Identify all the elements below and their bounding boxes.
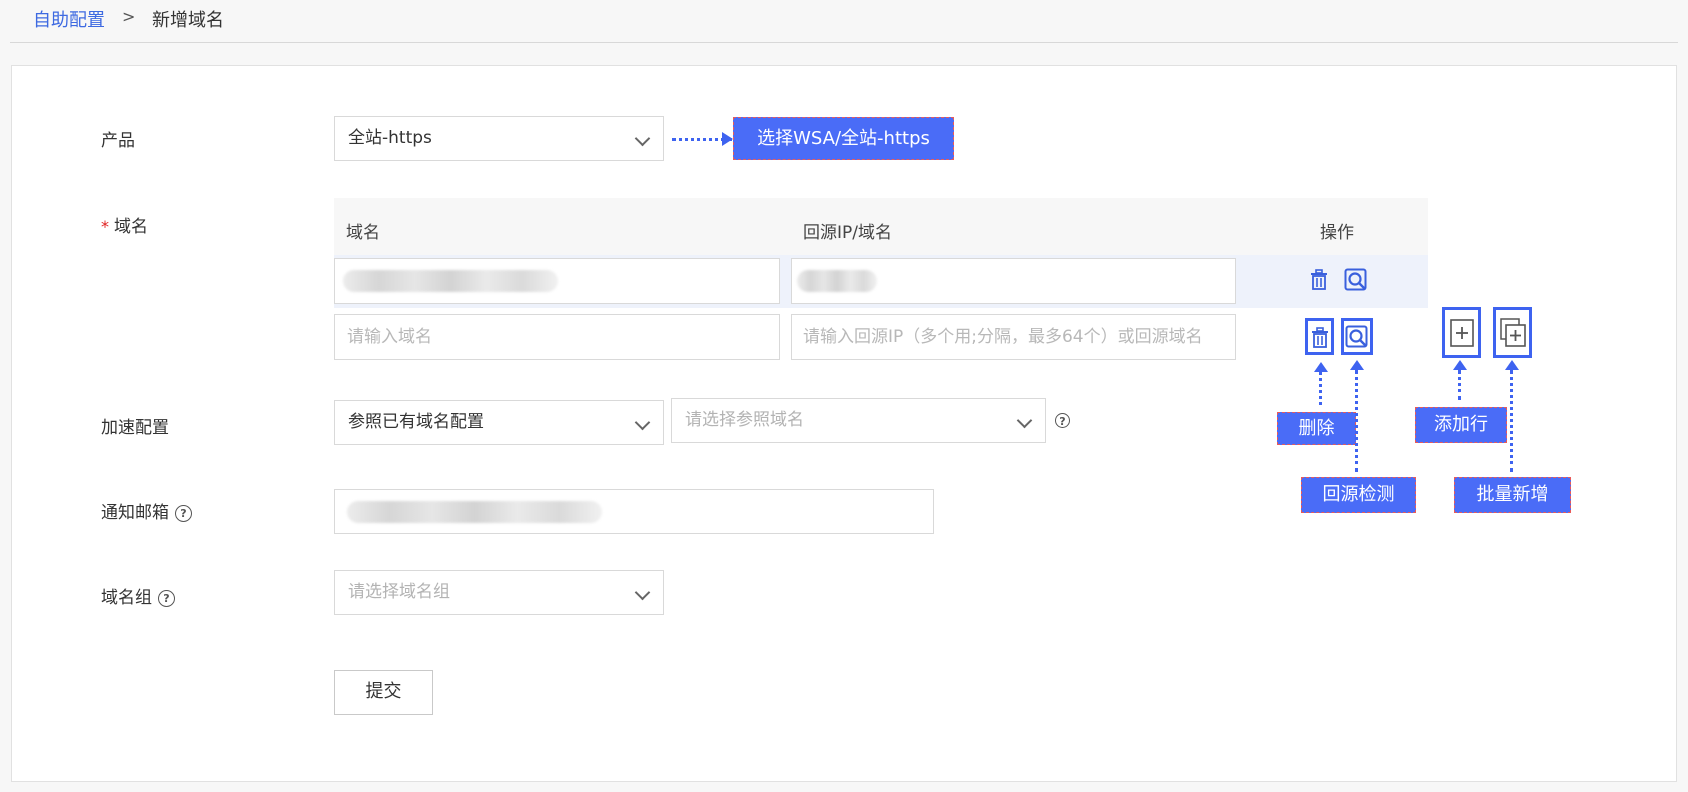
domain-input[interactable] — [334, 258, 780, 304]
submit-button[interactable]: 提交 — [334, 670, 433, 715]
delete-callout: 删除 — [1277, 412, 1356, 445]
arrow-up-icon — [1314, 362, 1328, 372]
accel-mode-select[interactable]: 参照已有域名配置 — [334, 400, 664, 445]
column-header-origin: 回源IP/域名 — [803, 223, 892, 243]
required-mark: * — [101, 217, 109, 236]
help-icon[interactable]: ? — [175, 504, 192, 522]
add-row-connector — [1458, 370, 1461, 400]
accel-config-label: 加速配置 — [101, 418, 169, 438]
delete-row-button[interactable] — [1305, 318, 1334, 355]
batch-add-icon — [1500, 318, 1526, 347]
email-label: 通知邮箱? — [101, 498, 192, 523]
add-row-callout: 添加行 — [1415, 407, 1507, 443]
accel-mode-value: 参照已有域名配置 — [348, 412, 484, 432]
reference-domain-select[interactable]: 请选择参照域名 — [671, 398, 1046, 443]
product-label: 产品 — [101, 131, 135, 151]
trash-icon[interactable] — [1309, 269, 1329, 296]
add-row-icon — [1450, 319, 1474, 347]
origin-input[interactable] — [791, 258, 1236, 304]
batch-add-callout: 批量新增 — [1454, 477, 1571, 513]
origin-check-connector — [1355, 370, 1358, 472]
chevron-down-icon — [634, 584, 651, 601]
domain-group-placeholder: 请选择域名组 — [348, 582, 450, 602]
origin-input-placeholder: 请输入回源IP（多个用;分隔，最多64个）或回源域名 — [803, 327, 1203, 347]
arrow-up-icon — [1350, 360, 1364, 370]
trash-icon — [1312, 327, 1328, 348]
email-label-text: 通知邮箱 — [101, 503, 169, 523]
origin-input[interactable]: 请输入回源IP（多个用;分隔，最多64个）或回源域名 — [791, 314, 1236, 360]
reference-domain-placeholder: 请选择参照域名 — [685, 410, 804, 430]
batch-add-button[interactable] — [1493, 307, 1532, 358]
arrow-up-icon — [1505, 360, 1519, 370]
chevron-down-icon — [634, 130, 651, 147]
breadcrumb-separator: > — [122, 7, 136, 26]
breadcrumb-parent-link[interactable]: 自助配置 — [33, 6, 105, 32]
batch-add-connector — [1510, 370, 1513, 472]
help-icon[interactable]: ? — [158, 589, 175, 607]
domain-label: * 域名 — [101, 212, 148, 237]
origin-check-icon — [1345, 325, 1368, 348]
origin-check-icon[interactable] — [1344, 268, 1368, 297]
product-hint-callout: 选择WSA/全站-https — [733, 117, 954, 160]
domain-label-text: 域名 — [114, 217, 148, 237]
domain-input-placeholder: 请输入域名 — [347, 327, 432, 347]
domain-group-label-text: 域名组 — [101, 588, 152, 608]
product-select[interactable]: 全站-https — [334, 116, 664, 161]
product-select-value: 全站-https — [348, 128, 432, 148]
chevron-down-icon — [1016, 412, 1033, 429]
arrow-right-icon — [722, 132, 733, 146]
origin-check-callout: 回源检测 — [1301, 477, 1416, 513]
redacted-text — [797, 270, 877, 292]
breadcrumb-current: 新增域名 — [152, 10, 224, 31]
origin-check-button[interactable] — [1341, 318, 1373, 355]
email-input[interactable] — [334, 489, 934, 534]
domain-group-select[interactable]: 请选择域名组 — [334, 570, 664, 615]
delete-connector — [1319, 372, 1322, 405]
domain-input[interactable]: 请输入域名 — [334, 314, 780, 360]
help-icon[interactable]: ? — [1055, 413, 1070, 428]
column-header-domain: 域名 — [346, 223, 380, 243]
chevron-down-icon — [634, 414, 651, 431]
add-row-button[interactable] — [1442, 307, 1481, 358]
redacted-text — [347, 501, 602, 523]
redacted-text — [343, 270, 558, 292]
header-divider — [10, 42, 1678, 43]
domain-group-label: 域名组? — [101, 583, 175, 608]
column-header-actions: 操作 — [1320, 223, 1354, 243]
arrow-up-icon — [1453, 360, 1467, 370]
